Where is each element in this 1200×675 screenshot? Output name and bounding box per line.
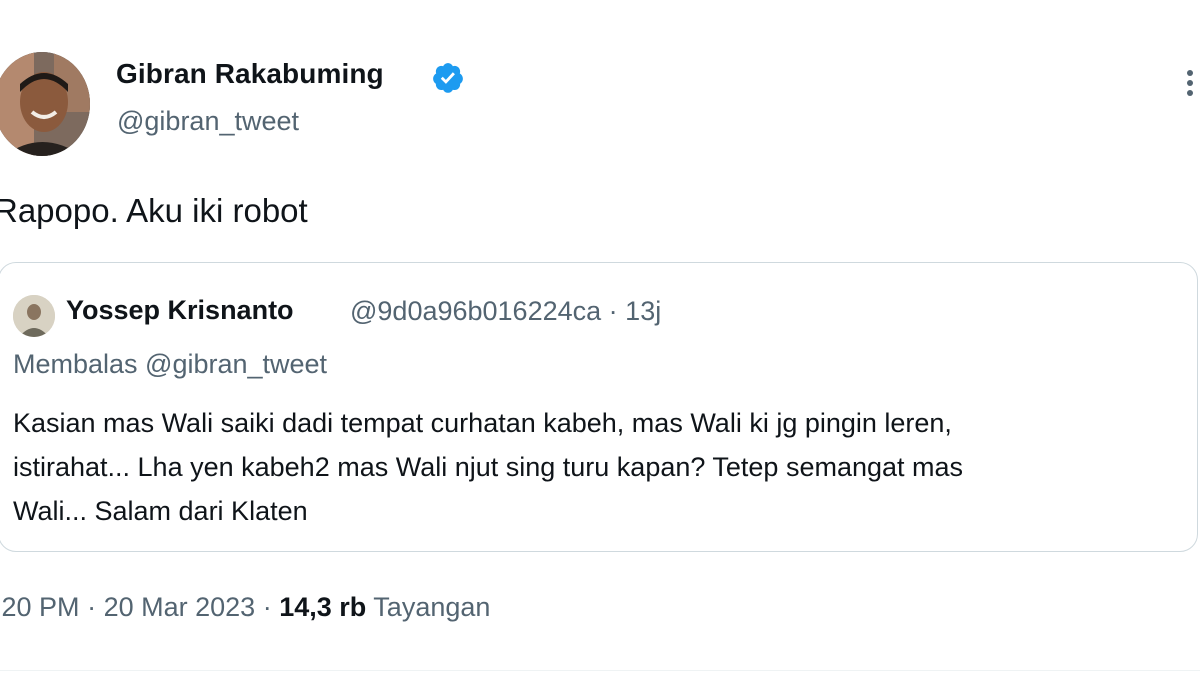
divider	[0, 670, 1200, 671]
tweet-time[interactable]: .20 PM	[0, 592, 80, 622]
author-avatar[interactable]	[0, 52, 90, 156]
quoted-author-handle[interactable]: @9d0a96b016224ca	[350, 296, 601, 326]
views-count: 14,3 rb	[279, 592, 367, 622]
tweet-text: Rapopo. Aku iki robot	[0, 192, 308, 229]
author-handle[interactable]: @gibran_tweet	[117, 106, 299, 137]
views-label: Tayangan	[373, 592, 491, 622]
quoted-body-line: Kasian mas Wali saiki dadi tempat curhat…	[13, 408, 952, 438]
tweet-date[interactable]: 20 Mar 2023	[104, 592, 256, 622]
footer-separator: ·	[262, 592, 272, 622]
more-options-icon[interactable]	[1180, 70, 1200, 96]
quoted-body-line: istirahat... Lha yen kabeh2 mas Wali nju…	[13, 452, 964, 482]
quoted-replying-to: Membalas @gibran_tweet	[13, 349, 328, 379]
author-avatar-image	[0, 52, 90, 156]
quoted-meta-separator: ·	[608, 296, 618, 326]
quoted-author-meta: @9d0a96b016224ca · 13j	[350, 296, 661, 327]
quoted-author-avatar-image	[13, 295, 55, 337]
quoted-time-ago[interactable]: 13j	[625, 296, 661, 326]
author-name[interactable]: Gibran Rakabuming	[116, 58, 384, 90]
quoted-author-name[interactable]: Yossep Krisnanto	[66, 295, 294, 326]
quoted-author-avatar	[13, 295, 55, 337]
footer-separator: ·	[87, 592, 97, 622]
quoted-tweet-body: Kasian mas Wali saiki dadi tempat curhat…	[13, 401, 1193, 533]
tweet-footer: .20 PM · 20 Mar 2023 · 14,3 rb Tayangan	[0, 592, 490, 623]
quoted-tweet-card[interactable]: Yossep Krisnanto @9d0a96b016224ca · 13j …	[0, 262, 1198, 552]
quoted-body-line: Wali... Salam dari Klaten	[13, 496, 308, 526]
verified-badge-icon	[433, 63, 463, 93]
